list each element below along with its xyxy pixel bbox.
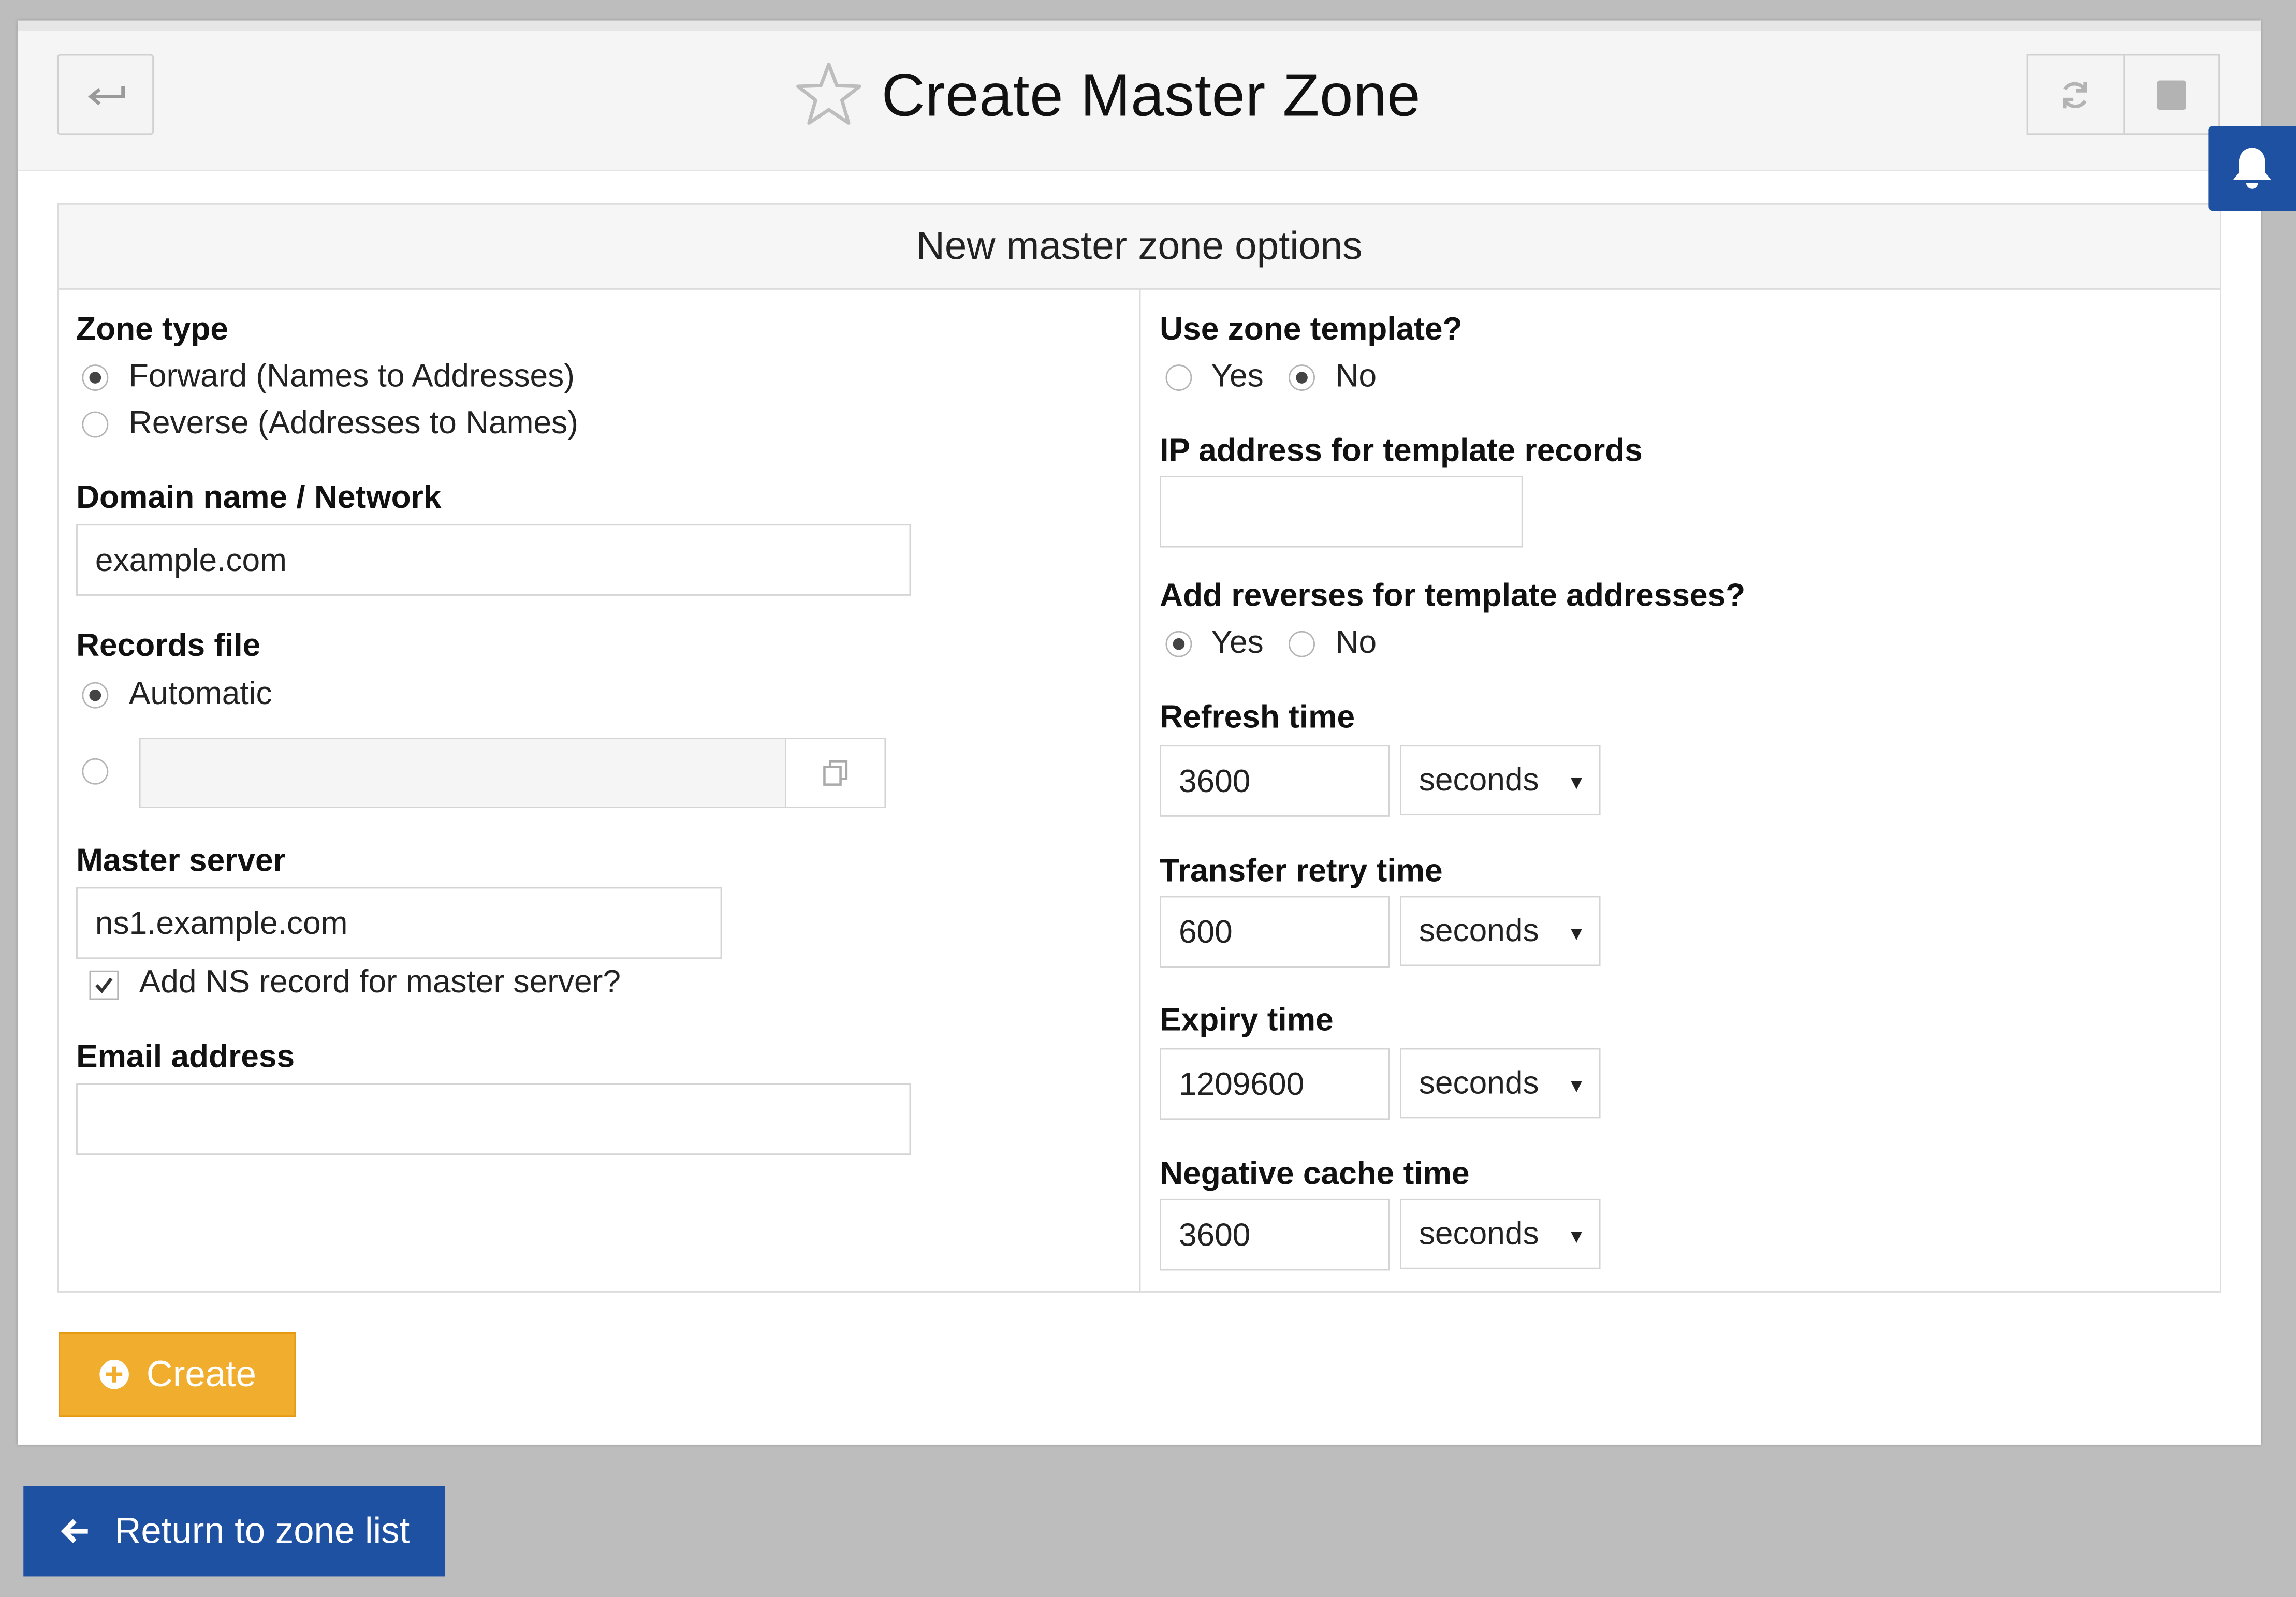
records-file-custom-radio[interactable] — [82, 758, 109, 785]
retry-time-input[interactable]: 600 — [1160, 896, 1390, 968]
domain-input[interactable]: example.com — [76, 524, 911, 596]
records-file-automatic-radio[interactable] — [82, 682, 109, 709]
negative-cache-input[interactable]: 3600 — [1160, 1198, 1390, 1271]
add-ns-checkbox[interactable] — [89, 970, 119, 1000]
bell-icon — [2233, 148, 2272, 189]
add-reverses-label: Add reverses for template addresses? — [1160, 577, 1746, 613]
arrow-left-icon — [88, 85, 125, 105]
add-reverses-no-radio[interactable] — [1289, 631, 1315, 657]
domain-label: Domain name / Network — [76, 478, 442, 516]
ip-template-input[interactable] — [1160, 476, 1523, 548]
records-file-path-input[interactable] — [139, 738, 786, 808]
caret-down-icon: ▼ — [1567, 922, 1586, 944]
refresh-time-unit-select[interactable]: seconds ▼ — [1400, 745, 1601, 816]
refresh-icon — [2063, 81, 2087, 108]
zone-type-reverse-label: Reverse (Addresses to Names) — [128, 404, 578, 441]
zone-type-reverse-radio[interactable] — [82, 411, 109, 438]
retry-time-label: Transfer retry time — [1160, 852, 1443, 889]
zone-type-forward-radio[interactable] — [82, 364, 109, 391]
use-template-no-label: No — [1335, 357, 1377, 394]
ip-template-label: IP address for template records — [1160, 432, 1643, 468]
stop-icon — [2156, 80, 2186, 109]
use-template-label: Use zone template? — [1160, 310, 1463, 347]
master-server-label: Master server — [76, 841, 286, 878]
refresh-time-input[interactable]: 3600 — [1160, 745, 1390, 817]
page-title: Create Master Zone — [881, 61, 1421, 128]
refresh-time-label: Refresh time — [1160, 698, 1355, 735]
expiry-time-label: Expiry time — [1160, 1001, 1334, 1038]
email-input[interactable] — [76, 1083, 911, 1155]
header-button-group — [2026, 54, 2220, 135]
title-area: Create Master Zone — [794, 51, 1421, 139]
refresh-button[interactable] — [2028, 55, 2124, 134]
expiry-time-unit-value: seconds — [1418, 1064, 1539, 1101]
negative-cache-unit-select[interactable]: seconds ▼ — [1400, 1198, 1601, 1269]
stop-button[interactable] — [2124, 55, 2218, 133]
zone-type-forward-label: Forward (Names to Addresses) — [128, 357, 575, 394]
email-label: Email address — [76, 1037, 295, 1075]
file-chooser-icon — [822, 760, 847, 786]
caret-down-icon: ▼ — [1567, 1074, 1586, 1096]
records-file-automatic-label: Automatic — [128, 675, 272, 712]
back-button[interactable] — [57, 54, 154, 135]
star-icon[interactable] — [794, 60, 864, 130]
file-chooser-button[interactable] — [785, 738, 886, 808]
records-file-label: Records file — [76, 626, 261, 663]
retry-time-unit-value: seconds — [1418, 912, 1539, 949]
caret-down-icon: ▼ — [1567, 771, 1586, 794]
negative-cache-unit-value: seconds — [1418, 1214, 1539, 1252]
add-reverses-yes-label: Yes — [1211, 623, 1264, 661]
add-reverses-yes-radio[interactable] — [1165, 631, 1192, 657]
use-template-yes-radio[interactable] — [1165, 364, 1192, 391]
expiry-time-unit-select[interactable]: seconds ▼ — [1400, 1048, 1601, 1119]
zone-type-label: Zone type — [76, 310, 228, 347]
refresh-time-unit-value: seconds — [1418, 761, 1539, 798]
column-divider — [1139, 288, 1141, 1293]
add-reverses-no-label: No — [1335, 623, 1377, 661]
use-template-no-radio[interactable] — [1289, 364, 1315, 391]
arrow-left-icon — [61, 1519, 89, 1543]
negative-cache-label: Negative cache time — [1160, 1155, 1470, 1192]
caret-down-icon: ▼ — [1567, 1225, 1586, 1248]
notifications-button[interactable] — [2208, 126, 2296, 211]
return-button-label: Return to zone list — [114, 1510, 410, 1551]
plus-circle-icon — [99, 1359, 129, 1389]
expiry-time-input[interactable]: 1209600 — [1160, 1048, 1390, 1120]
retry-time-unit-select[interactable]: seconds ▼ — [1400, 896, 1601, 966]
main-panel: Create Master Zone New master zone optio… — [17, 20, 2261, 1445]
stage: Create Master Zone New master zone optio… — [0, 0, 2296, 1597]
page-header: Create Master Zone — [17, 31, 2261, 171]
use-template-yes-label: Yes — [1211, 357, 1264, 394]
checkmark-icon — [95, 977, 113, 994]
return-to-zone-list-button[interactable]: Return to zone list — [23, 1486, 445, 1577]
master-server-input[interactable]: ns1.example.com — [76, 887, 722, 959]
section-title: New master zone options — [59, 204, 2220, 290]
create-button-label: Create — [146, 1353, 257, 1395]
add-ns-label: Add NS record for master server? — [139, 963, 621, 1000]
create-button[interactable]: Create — [59, 1332, 296, 1417]
zone-options-table: New master zone options Zone type Forwar… — [57, 203, 2221, 1293]
